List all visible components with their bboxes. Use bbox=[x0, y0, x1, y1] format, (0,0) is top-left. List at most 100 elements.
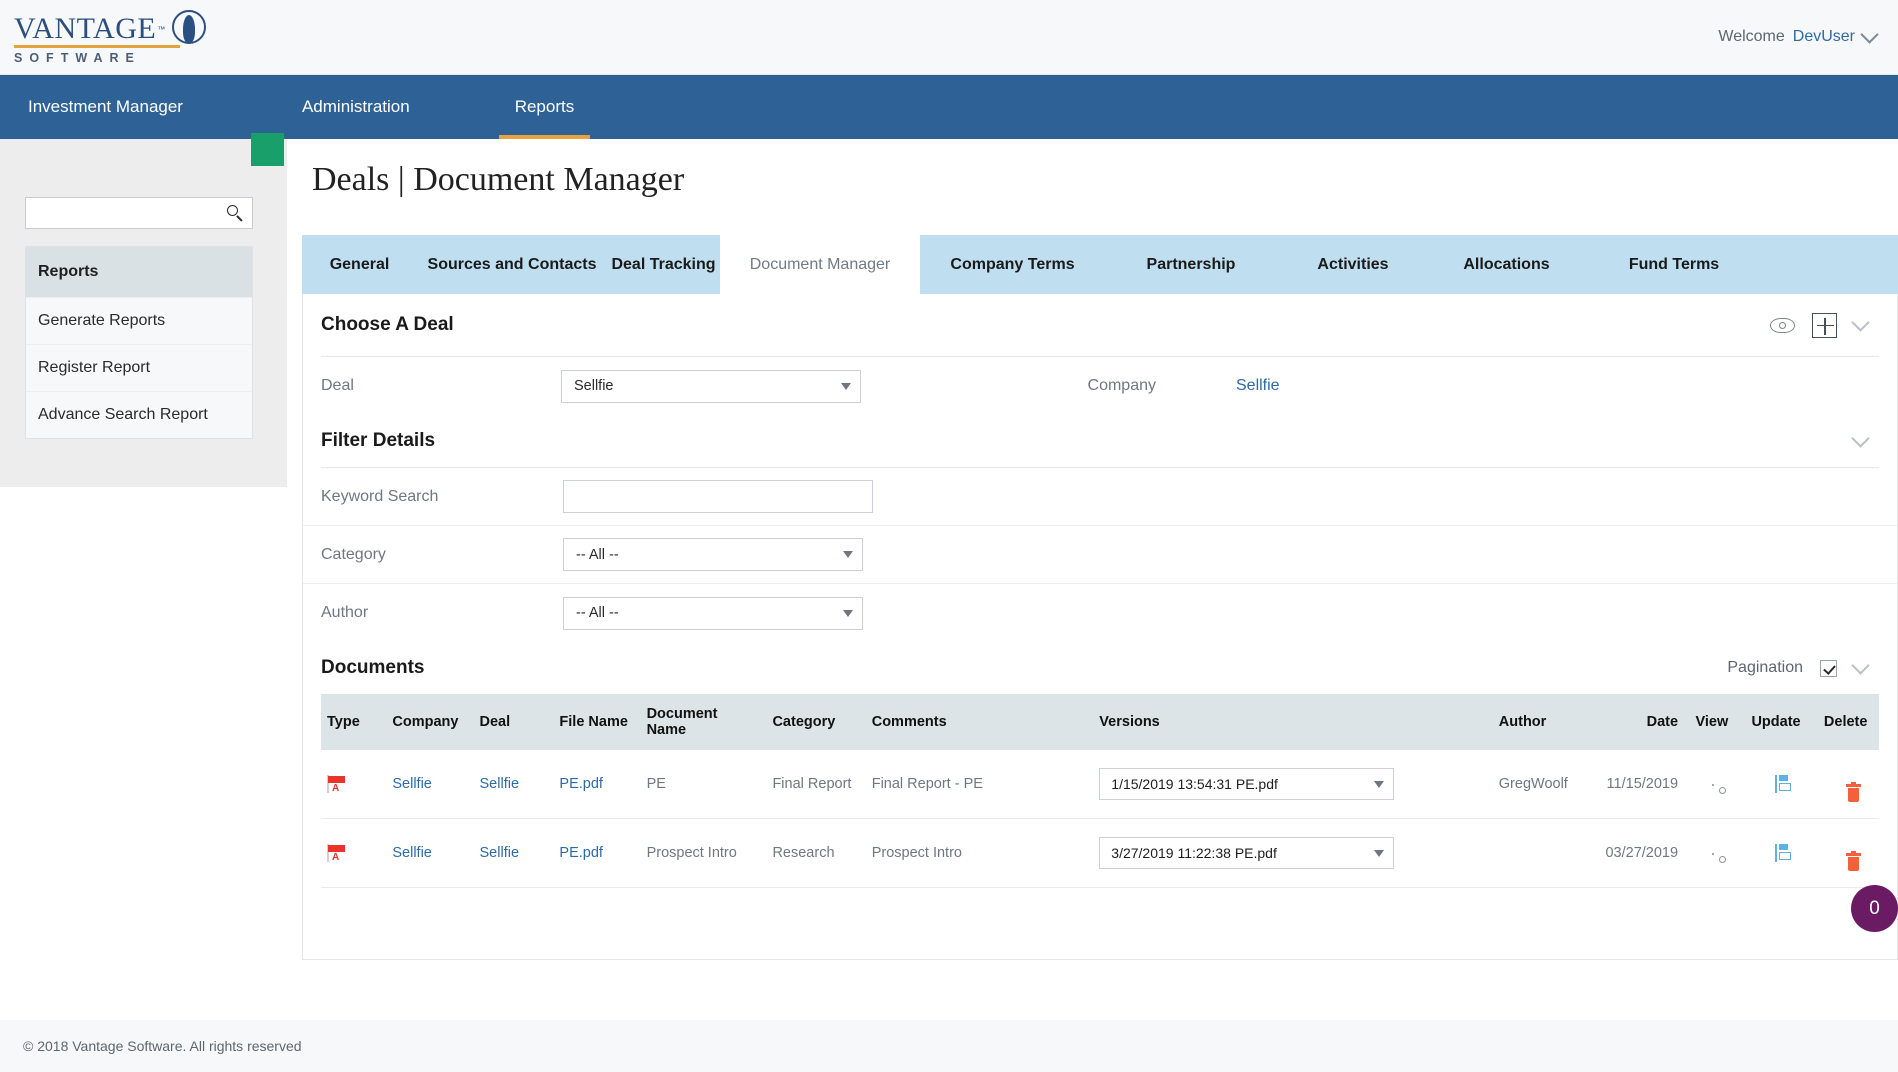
page-title: Deals | Document Manager bbox=[312, 161, 685, 198]
chevron-down-icon[interactable] bbox=[1851, 656, 1870, 675]
pagination-checkbox[interactable] bbox=[1820, 659, 1837, 677]
section-title: Filter Details bbox=[321, 430, 436, 451]
cell-author bbox=[1492, 818, 1590, 888]
sidebar-search[interactable] bbox=[25, 197, 253, 229]
tab-label: Sources and Contacts bbox=[427, 255, 597, 273]
section-title: Choose A Deal bbox=[321, 314, 454, 335]
tab-partnership[interactable]: Partnership bbox=[1105, 235, 1277, 294]
cell-type bbox=[321, 750, 387, 819]
deal-select-value: Sellfie bbox=[574, 378, 614, 394]
globe-logo-icon bbox=[169, 9, 207, 49]
nav-item-reports[interactable]: Reports bbox=[498, 75, 590, 139]
chevron-down-icon[interactable] bbox=[1851, 313, 1870, 332]
chevron-down-icon[interactable] bbox=[1860, 25, 1879, 44]
tab-company-terms[interactable]: Company Terms bbox=[920, 235, 1105, 294]
nav-label: Reports bbox=[514, 97, 575, 116]
tab-sources-and-contacts[interactable]: Sources and Contacts bbox=[417, 235, 607, 294]
tab-label: General bbox=[329, 255, 390, 273]
notification-badge[interactable]: 0 bbox=[1851, 885, 1898, 932]
filter-details-actions bbox=[1851, 429, 1870, 450]
vantage-logo[interactable]: VANTAGE ™ SOFTWARE bbox=[14, 9, 207, 65]
file-link[interactable]: PE.pdf bbox=[559, 845, 603, 861]
sidebar-menu: Reports Generate Reports Register Report… bbox=[25, 246, 253, 439]
sidebar-item-register-report[interactable]: Register Report bbox=[26, 344, 252, 391]
pdf-icon bbox=[327, 775, 329, 793]
documents-actions: Pagination bbox=[1727, 656, 1870, 677]
col-company: Company bbox=[386, 694, 474, 750]
version-value: 3/27/2019 11:22:38 PE.pdf bbox=[1111, 845, 1277, 861]
deal-label: Deal bbox=[321, 377, 354, 394]
tab-deal-tracking[interactable]: Deal Tracking bbox=[607, 235, 720, 294]
cell-deal: Sellfie bbox=[473, 818, 554, 888]
nav-item-administration[interactable]: Administration bbox=[298, 75, 414, 139]
tab-general[interactable]: General bbox=[302, 235, 417, 294]
keyword-search-input[interactable] bbox=[563, 480, 873, 513]
company-link[interactable]: Sellfie bbox=[392, 776, 432, 792]
chevron-down-icon bbox=[843, 609, 853, 617]
table-row: Sellfie Sellfie PE.pdf Prospect Intro Re… bbox=[321, 818, 1879, 888]
cell-view bbox=[1684, 750, 1740, 819]
cell-versions: 3/27/2019 11:22:38 PE.pdf bbox=[1093, 818, 1493, 888]
category-select[interactable]: -- All -- bbox=[563, 538, 863, 571]
welcome-label: Welcome bbox=[1718, 28, 1785, 45]
col-comments: Comments bbox=[865, 694, 1094, 750]
user-menu[interactable]: Welcome DevUser bbox=[1718, 25, 1879, 46]
deal-link[interactable]: Sellfie bbox=[480, 776, 520, 792]
cell-comments: Prospect Intro bbox=[865, 818, 1094, 888]
author-select[interactable]: -- All -- bbox=[563, 596, 863, 630]
choose-deal-actions bbox=[1770, 312, 1870, 338]
footer: © 2018 Vantage Software. All rights rese… bbox=[0, 1020, 1898, 1072]
company-link[interactable]: Sellfie bbox=[392, 845, 432, 861]
tab-activities[interactable]: Activities bbox=[1277, 235, 1429, 294]
username-label: DevUser bbox=[1792, 28, 1855, 45]
nav-label: Investment Manager bbox=[28, 97, 183, 116]
category-label: Category bbox=[321, 545, 386, 563]
deal-link[interactable]: Sellfie bbox=[480, 845, 520, 861]
sidebar-menu-header: Reports bbox=[26, 247, 252, 297]
view-icon[interactable] bbox=[1770, 317, 1795, 333]
cell-update bbox=[1739, 750, 1813, 819]
sidebar-item-advance-search-report[interactable]: Advance Search Report bbox=[26, 391, 252, 438]
chevron-down-icon bbox=[1374, 849, 1385, 857]
col-author: Author bbox=[1492, 694, 1590, 750]
cell-update bbox=[1739, 818, 1813, 888]
company-value-link[interactable]: Sellfie bbox=[1236, 377, 1280, 395]
app-root: VANTAGE ™ SOFTWARE Welcome DevUser Inves… bbox=[0, 0, 1898, 1072]
tab-allocations[interactable]: Allocations bbox=[1429, 235, 1584, 294]
add-icon[interactable] bbox=[1812, 312, 1837, 338]
cell-document-name: PE bbox=[640, 750, 767, 819]
nav-item-investment-manager[interactable]: Investment Manager bbox=[24, 75, 187, 139]
cell-date: 11/15/2019 bbox=[1589, 750, 1685, 819]
search-icon[interactable] bbox=[227, 205, 243, 222]
sidebar-item-generate-reports[interactable]: Generate Reports bbox=[26, 297, 252, 344]
logo-wordmark: VANTAGE bbox=[14, 12, 157, 45]
col-document-name: Document Name bbox=[640, 694, 767, 750]
category-row: Category -- All -- bbox=[303, 526, 1897, 584]
tab-label: Deal Tracking bbox=[611, 255, 716, 273]
col-file-name: File Name bbox=[553, 694, 641, 750]
documents-table-wrap: Type Company Deal File Name Document Nam… bbox=[303, 694, 1897, 888]
tab-label: Document Manager bbox=[749, 255, 891, 273]
deal-select[interactable]: Sellfie bbox=[561, 369, 861, 403]
save-icon[interactable] bbox=[1775, 775, 1778, 793]
version-select[interactable]: 3/27/2019 11:22:38 PE.pdf bbox=[1099, 837, 1395, 869]
tab-fund-terms[interactable]: Fund Terms bbox=[1584, 235, 1764, 294]
tab-document-manager[interactable]: Document Manager bbox=[720, 235, 920, 294]
cell-category: Research bbox=[766, 818, 866, 888]
cell-versions: 1/15/2019 13:54:31 PE.pdf bbox=[1093, 750, 1493, 819]
table-header: Type Company Deal File Name Document Nam… bbox=[321, 694, 1879, 750]
col-versions: Versions bbox=[1093, 694, 1493, 750]
main-navigation: Investment Manager Administration Report… bbox=[0, 75, 1898, 139]
chevron-down-icon[interactable] bbox=[1851, 429, 1870, 448]
version-select[interactable]: 1/15/2019 13:54:31 PE.pdf bbox=[1099, 768, 1395, 800]
file-link[interactable]: PE.pdf bbox=[559, 776, 603, 792]
save-icon[interactable] bbox=[1775, 844, 1778, 862]
top-bar: VANTAGE ™ SOFTWARE Welcome DevUser bbox=[0, 0, 1898, 75]
author-select-value: -- All -- bbox=[576, 605, 619, 621]
nav-label: Administration bbox=[301, 97, 410, 116]
table-header-row: Type Company Deal File Name Document Nam… bbox=[321, 694, 1879, 750]
logo-subtitle: SOFTWARE bbox=[14, 51, 141, 65]
documents-table: Type Company Deal File Name Document Nam… bbox=[321, 694, 1879, 888]
pagination-label: Pagination bbox=[1727, 659, 1803, 676]
cell-deal: Sellfie bbox=[473, 750, 554, 819]
